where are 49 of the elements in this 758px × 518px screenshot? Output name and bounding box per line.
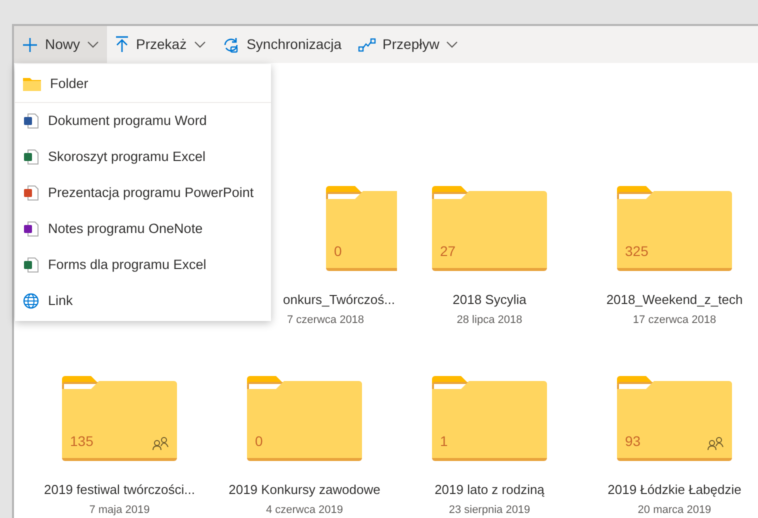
menu-item[interactable]: Notes programu OneNote: [15, 211, 271, 247]
folder-name[interactable]: 2019 festiwal twórczości...: [44, 480, 195, 500]
folder-name[interactable]: 2019 Konkursy zawodowe: [228, 480, 380, 500]
folder-drawing[interactable]: [432, 185, 547, 271]
toolbar-button[interactable]: Przepływ: [350, 26, 466, 63]
folder-name[interactable]: 2018_Weekend_z_tech: [606, 290, 743, 310]
folder-icon: [23, 77, 41, 91]
folder-date: 23 sierpnia 2019: [448, 502, 530, 518]
item-count: 325: [625, 242, 648, 261]
word-document-icon: [23, 113, 39, 129]
globe-icon: [23, 293, 39, 309]
folder-name[interactable]: onkurs_Twórczoś...: [283, 290, 395, 310]
folder-date: 7 czerwca 2018: [286, 312, 364, 328]
folder-date: 4 czerwca 2019: [266, 502, 344, 518]
folder-drawing[interactable]: [247, 375, 362, 461]
toolbar-button[interactable]: Nowy: [14, 26, 108, 63]
presentation-icon: [23, 185, 39, 201]
folder-name[interactable]: 2019 lato z rodziną: [434, 480, 544, 500]
toolbar-button[interactable]: Synchronizacja: [214, 26, 350, 63]
folder-drawing[interactable]: [617, 375, 732, 461]
folder-name[interactable]: 2019 Łódzkie Łabędzie: [608, 480, 742, 500]
folder-date: 17 czerwca 2018: [632, 312, 716, 328]
notebook-icon: [23, 221, 39, 237]
item-count: 0: [255, 432, 263, 451]
item-count: 27: [440, 242, 456, 261]
menu-item[interactable]: Forms dla programu Excel: [15, 247, 271, 283]
folder-drawing[interactable]: [62, 375, 177, 461]
menu-item[interactable]: Folder: [15, 66, 271, 102]
spreadsheet-icon: [23, 257, 39, 273]
folder-name[interactable]: 2018 Sycylia: [452, 290, 526, 310]
menu-item[interactable]: Link: [15, 283, 271, 319]
sync-icon: [222, 36, 240, 54]
menu-item[interactable]: Skoroszyt programu Excel: [15, 139, 271, 175]
upload-arrow-icon: [115, 36, 130, 53]
flow-icon: [358, 38, 376, 52]
plus-icon: [22, 36, 38, 52]
item-count: 93: [625, 432, 641, 451]
item-count: 1: [440, 432, 448, 451]
item-count: 0: [334, 242, 342, 261]
folder-date: 20 marca 2019: [638, 502, 712, 518]
menu-item[interactable]: Dokument programu Word: [15, 103, 271, 139]
folder-drawing[interactable]: [432, 375, 547, 461]
folder-date: 7 maja 2019: [89, 502, 150, 518]
menu-item[interactable]: Prezentacja programu PowerPoint: [15, 175, 271, 211]
folder-drawing[interactable]: [617, 185, 732, 271]
item-count: 135: [70, 432, 94, 451]
toolbar-button[interactable]: Przekaż: [107, 26, 214, 63]
spreadsheet-icon: [23, 149, 39, 165]
folder-date: 28 lipca 2018: [456, 312, 522, 328]
